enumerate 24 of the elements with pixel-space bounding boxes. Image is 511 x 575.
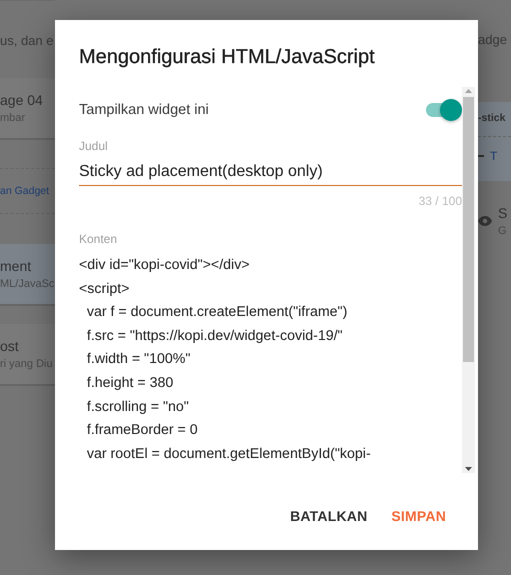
title-input[interactable]: Sticky ad placement(desktop only)	[79, 157, 462, 186]
widget-title: ost	[0, 338, 20, 354]
cancel-button[interactable]: BATALKAN	[282, 498, 376, 534]
background-text: adge	[478, 32, 507, 47]
scroll-down-icon[interactable]	[464, 465, 473, 473]
section-link[interactable]: T	[490, 149, 498, 163]
widget-title: ment	[0, 258, 32, 274]
widget-card[interactable]: ment ML/JavaSc	[0, 244, 55, 306]
code-textarea[interactable]: <div id="kopi-covid"></div> <script> var f = document.createElement("iframe") f.src = "https://kopi.dev/widget-covid-19/" f.width = "100%" f.height = 380 f.scrolling = "no" f.frameBorder = 0 var rootEl = document.getElementById("kopi-	[79, 254, 462, 466]
eye-icon	[478, 216, 492, 226]
scrollbar[interactable]	[462, 87, 475, 473]
section-title: -stick	[478, 112, 506, 124]
dialog-title: Mengonfigurasi HTML/JavaScript	[79, 46, 376, 69]
dash-icon	[478, 155, 484, 157]
toggle-switch[interactable]	[424, 99, 462, 121]
field-label: Judul	[79, 139, 109, 153]
save-button[interactable]: SIMPAN	[383, 498, 454, 534]
field-label: Konten	[79, 232, 118, 246]
scroll-up-icon[interactable]	[464, 87, 473, 95]
widget-title: S	[498, 205, 508, 221]
toggle-label: Tampilkan widget ini	[79, 102, 209, 118]
widget-title: age 04	[0, 92, 44, 108]
widget-subtitle: ML/JavaSc	[0, 278, 55, 290]
character-counter: 33 / 100	[418, 194, 462, 208]
